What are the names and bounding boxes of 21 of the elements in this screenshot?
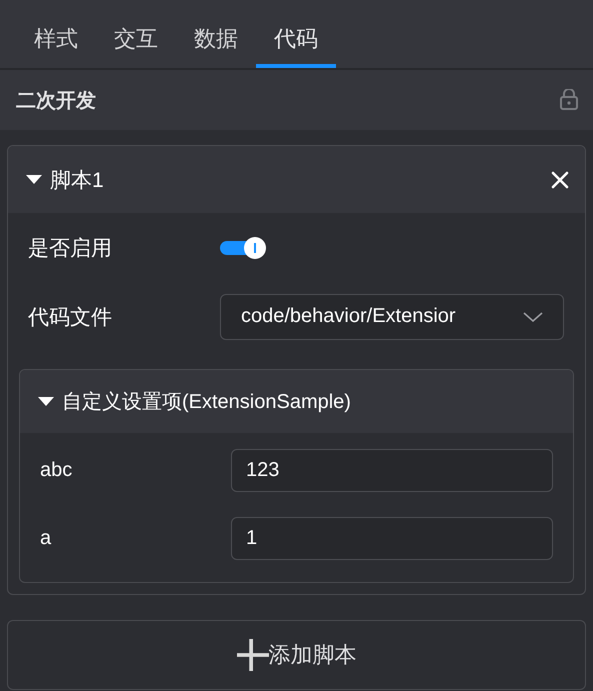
- toggle-switch[interactable]: [220, 236, 266, 258]
- script-title: 脚本1: [50, 168, 105, 194]
- file-select[interactable]: code/behavior/Extensior: [220, 294, 564, 340]
- add-script-button[interactable]: 添加脚本: [7, 620, 586, 690]
- tab[interactable]: 样式: [16, 0, 96, 68]
- setting-label: abc: [40, 458, 74, 482]
- tab[interactable]: 数据: [176, 0, 256, 68]
- field-label: 代码文件: [28, 304, 113, 330]
- tab[interactable]: 交互: [96, 0, 176, 68]
- settings-title: 自定义设置项(ExtensionSample): [62, 390, 351, 415]
- lock-icon[interactable]: [559, 89, 579, 111]
- chevron-down-icon: [523, 312, 543, 322]
- collapse-triangle-icon[interactable]: [26, 175, 42, 184]
- setting-label: a: [40, 526, 52, 550]
- input-field[interactable]: 1: [231, 516, 553, 560]
- input-field[interactable]: 123: [231, 448, 553, 492]
- plus-icon: [236, 639, 268, 671]
- section-title: 二次开发: [16, 88, 96, 114]
- close-icon[interactable]: [551, 170, 569, 188]
- field-label: 是否启用: [28, 236, 113, 262]
- collapse-triangle-icon[interactable]: [38, 397, 54, 406]
